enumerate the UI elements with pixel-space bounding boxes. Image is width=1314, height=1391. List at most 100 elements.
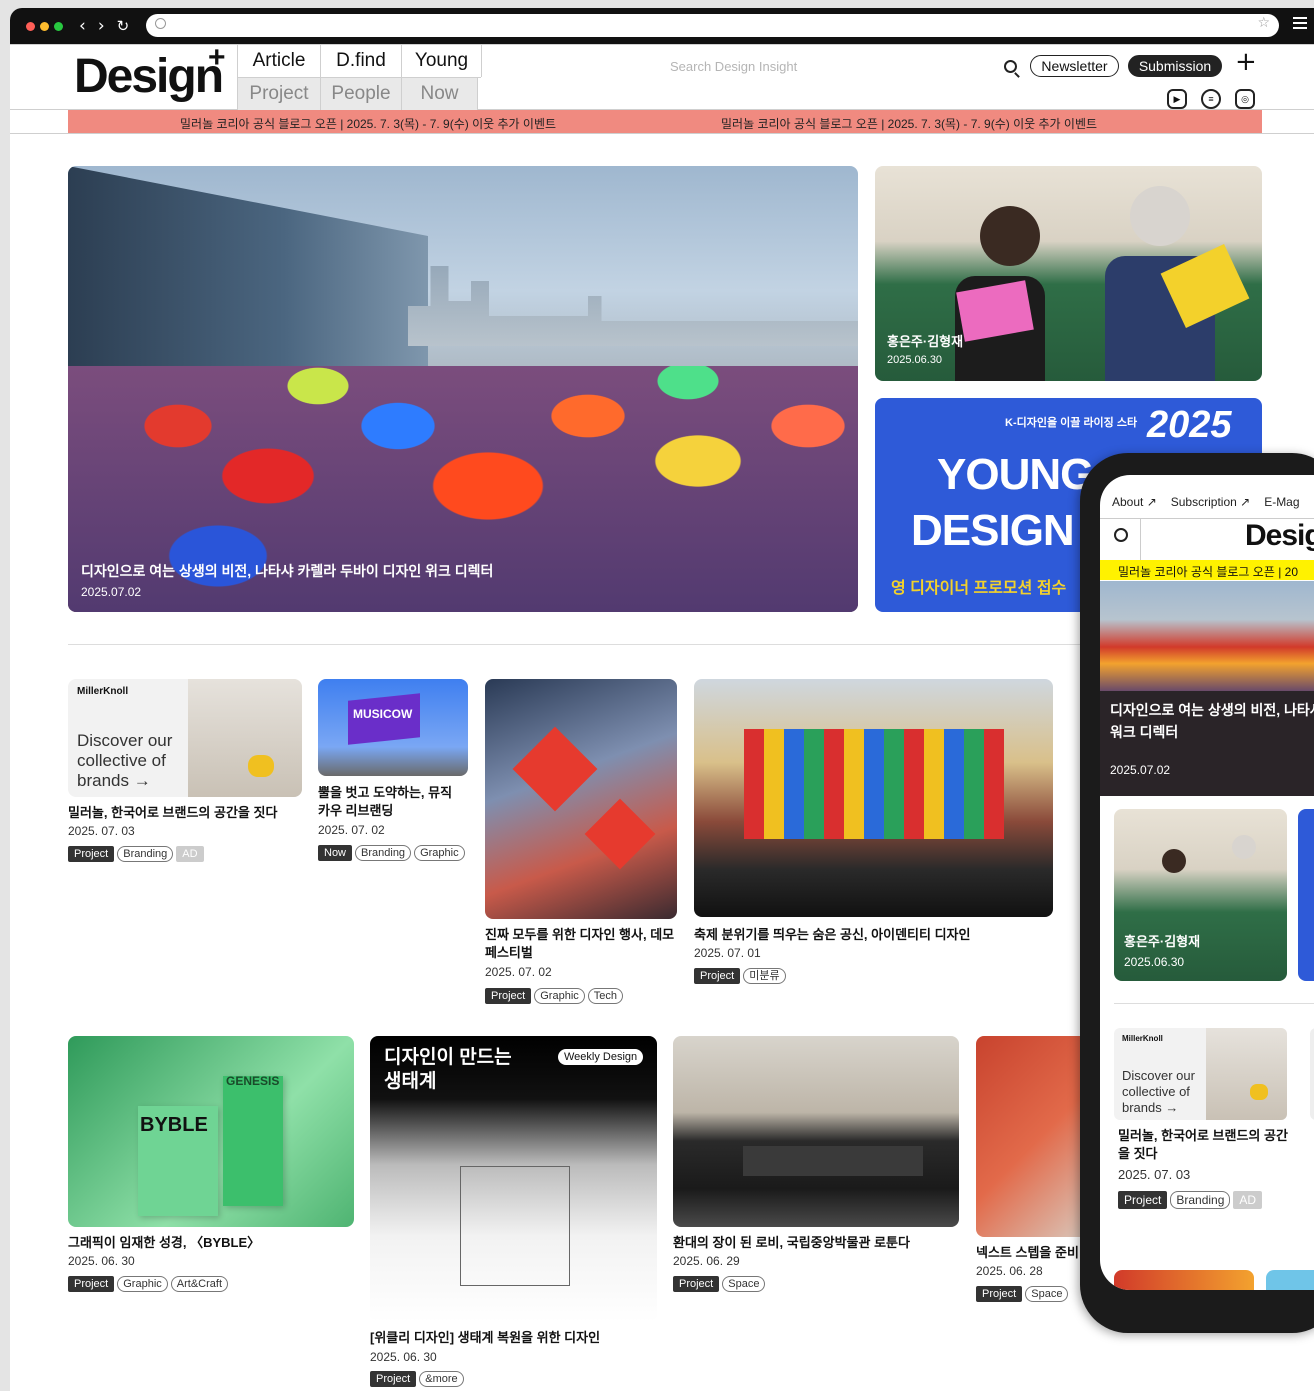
tag-chip[interactable]: Graphic [534, 988, 585, 1004]
reload-icon[interactable]: ↻ [117, 18, 130, 34]
back-icon[interactable]: ‹ [79, 17, 86, 35]
search-icon[interactable] [1004, 60, 1017, 73]
article-title[interactable]: 진짜 모두를 위한 디자인 행사, 데모 페스티벌 [485, 926, 677, 962]
tag-chip[interactable]: Space [1025, 1286, 1069, 1302]
ad-badge: AD [176, 846, 204, 862]
billboard-text: MUSICOW [353, 707, 413, 721]
tag-chip[interactable]: Project [673, 1276, 720, 1292]
tag-chip[interactable]: Project [1118, 1191, 1168, 1209]
person-photo [1130, 186, 1190, 246]
tag-chip[interactable]: Project [370, 1371, 417, 1387]
phone-search-icon[interactable] [1114, 528, 1128, 542]
tag-chip[interactable]: Tech [587, 988, 624, 1004]
browser-toolbar: ‹ › ↻ ☆ [10, 8, 1314, 44]
phone-link-subscription[interactable]: Subscription ↗ [1171, 495, 1250, 509]
article-title[interactable]: 축제 분위기를 띄우는 숨은 공신, 아이덴티티 디자인 [694, 926, 970, 944]
nav-project[interactable]: Project [238, 78, 321, 110]
phone-hero-caption[interactable]: 디자인으로 여는 상생의 비전, 나타샤 워크 디렉터 2025.07.02 [1100, 691, 1314, 796]
newsletter-button[interactable]: Newsletter [1030, 55, 1119, 77]
tag-chip[interactable]: Branding [1170, 1191, 1231, 1209]
article-title[interactable]: 그래픽이 임재한 성경, 〈BYBLE〉 [68, 1234, 260, 1252]
announcement-ticker[interactable]: 밀러놀 코리아 공식 블로그 오픈 | 2025. 7. 3(목) - 7. 9… [68, 110, 1262, 133]
maximize-window-button[interactable] [54, 21, 63, 31]
article-title[interactable]: [위클리 디자인] 생태계 복원을 위한 디자인 [370, 1329, 600, 1347]
minimize-window-button[interactable] [40, 21, 49, 31]
card-museum-lobby-image[interactable] [673, 1036, 959, 1227]
nav-people[interactable]: People [321, 78, 402, 110]
tag-chip[interactable]: Now [318, 845, 353, 861]
card-weekly-design-image[interactable]: 디자인이 만드는 생태계 Weekly Design [370, 1036, 657, 1322]
submission-button[interactable]: Submission [1128, 55, 1222, 77]
nav-now[interactable]: Now [402, 78, 478, 110]
tag-chip[interactable]: Project [976, 1286, 1023, 1302]
phone-card-date: 2025.06.30 [1124, 955, 1185, 969]
bookmark-star-icon[interactable]: ☆ [1257, 15, 1270, 31]
article-title[interactable]: 넥스트 스텝을 준비 [976, 1244, 1079, 1262]
phone-next-card[interactable] [1310, 1028, 1314, 1120]
nav-dfind[interactable]: D.find [321, 45, 402, 77]
phone-next-image[interactable] [1114, 1270, 1254, 1290]
phone-ticker[interactable]: 밀러놀 코리아 공식 블로그 오픈 | 20 [1100, 560, 1314, 580]
card-byble-image[interactable]: BYBLE GENESIS [68, 1036, 354, 1227]
search-input[interactable]: Search Design Insight [670, 59, 797, 74]
close-window-button[interactable] [26, 21, 35, 31]
site-logo[interactable]: Design + [68, 41, 238, 109]
phone-tag-list: Project Branding AD [1118, 1191, 1263, 1209]
tag-chip[interactable]: &more [419, 1371, 464, 1387]
hero-image-buildings [68, 166, 428, 366]
tag-list: Project Graphic Art&Craft [68, 1276, 229, 1292]
hero-article-card[interactable]: 디자인으로 여는 상생의 비전, 나타샤 카렐라 두바이 디자인 위크 디렉터 … [68, 166, 858, 612]
book-cover [223, 1076, 283, 1206]
phone-hero-image[interactable] [1100, 581, 1314, 691]
tag-chip[interactable]: 미분류 [743, 968, 786, 984]
hero-date: 2025.07.02 [81, 585, 142, 599]
article-title[interactable]: 환대의 장이 된 로비, 국립중앙박물관 로툰다 [673, 1234, 910, 1252]
article-title[interactable]: 밀러놀, 한국어로 브랜드의 공간을 짓다 [68, 804, 277, 822]
plus-icon[interactable]: + [1235, 47, 1257, 77]
youtube-icon[interactable]: ▶ [1167, 89, 1187, 109]
article-date: 2025. 07. 03 [68, 824, 135, 838]
tag-chip[interactable]: Project [694, 968, 741, 984]
nav-young[interactable]: Young [402, 45, 482, 77]
tag-chip[interactable]: Art&Craft [170, 1276, 229, 1292]
article-date: 2025. 06. 29 [673, 1254, 740, 1268]
card-demo-festival-image[interactable] [485, 679, 677, 919]
tag-chip[interactable]: Branding [117, 846, 174, 862]
lobby-desk [743, 1146, 923, 1176]
card-festival-identity-image[interactable] [694, 679, 1053, 917]
tag-chip[interactable]: Branding [355, 845, 412, 861]
phone-link-emag[interactable]: E-Mag [1264, 495, 1299, 509]
featured-card-people[interactable]: 홍은주·김형재 2025.06.30 [875, 166, 1262, 381]
phone-link-about[interactable]: About ↗ [1112, 495, 1157, 509]
nav-article[interactable]: Article [238, 45, 321, 77]
phone-article-title[interactable]: 밀러놀, 한국어로 브랜드의 공간을 짓다 [1118, 1127, 1298, 1163]
address-bar[interactable]: ☆ [146, 14, 1279, 37]
phone-card-young[interactable] [1298, 809, 1314, 981]
ad-card-millerknoll[interactable]: MillerKnoll Discover our collective of b… [68, 679, 302, 797]
tag-chip[interactable]: Project [68, 846, 115, 862]
phone-ad-card[interactable]: MillerKnoll Discover our collective of b… [1114, 1028, 1287, 1120]
person-photo [980, 206, 1040, 266]
ticker-text: 밀러놀 코리아 공식 블로그 오픈 | 2025. 7. 3(목) - 7. 9… [180, 117, 557, 131]
phone-logo[interactable]: Desig [1245, 519, 1314, 553]
book-title: GENESIS [226, 1074, 280, 1088]
forward-icon[interactable]: › [98, 17, 105, 35]
tag-chip[interactable]: Graphic [117, 1276, 168, 1292]
browser-menu-icon[interactable] [1293, 17, 1307, 31]
red-diamond-shape [512, 726, 598, 812]
phone-next-image[interactable] [1266, 1270, 1314, 1290]
article-title[interactable]: 뿔을 벗고 도약하는, 뮤직카우 리브랜딩 [318, 784, 458, 820]
tag-list: Now Branding Graphic [318, 845, 465, 861]
young-promo: 영 디자이너 프로모션 접수 [891, 580, 1067, 597]
tag-chip[interactable]: Graphic [414, 845, 465, 861]
instagram-icon[interactable]: ◎ [1235, 89, 1255, 109]
spotify-icon[interactable]: ≡ [1201, 89, 1221, 109]
tag-chip[interactable]: Project [485, 988, 532, 1004]
book-title: BYBLE [140, 1114, 208, 1136]
phone-card-people[interactable]: 홍은주·김형재 2025.06.30 [1114, 809, 1287, 981]
hero-title: 디자인으로 여는 상생의 비전, 나타샤 카렐라 두바이 디자인 위크 디렉터 [81, 563, 494, 579]
tag-chip[interactable]: Space [722, 1276, 766, 1292]
card-musicow-image[interactable]: MUSICOW [318, 679, 468, 776]
tag-chip[interactable]: Project [68, 1276, 115, 1292]
ad-text: Discover our collective of brands → [1122, 1068, 1195, 1115]
